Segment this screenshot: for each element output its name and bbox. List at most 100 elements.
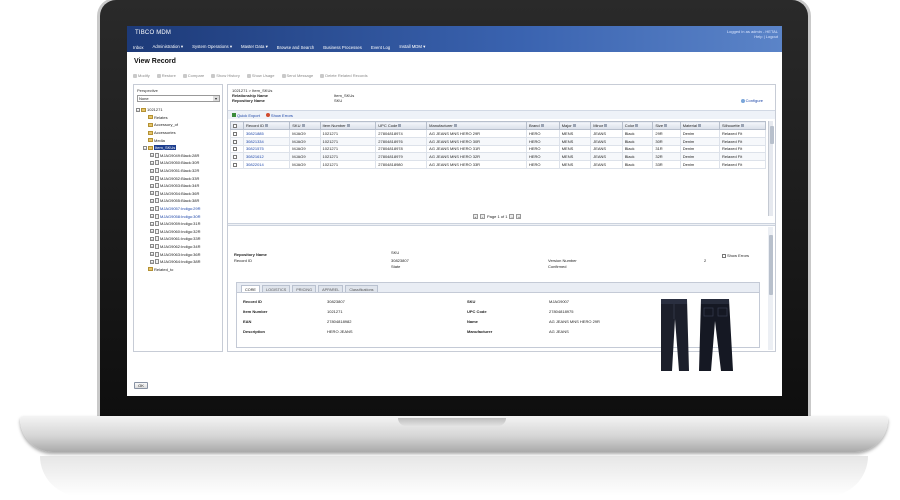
tree-node[interactable]: Accessories [136,129,222,137]
tree-expand-icon[interactable]: + [150,198,154,203]
toolbar-button[interactable]: Restore [156,73,176,78]
row-select-cell[interactable] [230,152,244,162]
configure-link[interactable]: Configure [740,98,763,103]
tree-node[interactable]: + MJAG9064:Indigo:38R [136,258,222,266]
tree-node[interactable]: + MJAG9062:Indigo:34R [136,243,222,251]
tree-node-label[interactable]: MJAG9058:Indigo:30R [160,214,200,219]
row-checkbox[interactable] [233,147,237,152]
record-id-link[interactable]: 30821885 [242,129,291,138]
table-row[interactable]: 30821885 MJAG9 1021271 27804818974 AG JEANS … [230,129,766,138]
tree-node[interactable]: + MJAG9057:Indigo:29R [136,205,222,213]
tree-node[interactable]: Accessory_of [136,121,222,129]
tree-node-label[interactable]: Item_SKUs [154,145,177,151]
menu-item[interactable]: Inbox [133,45,144,50]
tree-node-label[interactable]: MJAG9062:Indigo:34R [160,244,200,249]
column-menu-icon[interactable] [740,124,744,128]
row-checkbox[interactable] [233,163,237,168]
tab-logistics[interactable]: LOGISTICS [261,285,291,292]
column-menu-icon[interactable] [635,124,639,128]
tree-node[interactable]: + MJAG9049:Black:28R [136,152,222,160]
column-menu-icon[interactable] [540,124,544,128]
column-menu-icon[interactable] [664,124,668,128]
help-logout-links[interactable]: Help | Logout [727,34,778,39]
tree-node-label[interactable]: MJAG9051:Black:32R [160,168,199,173]
table-row[interactable]: 30821575 MJAG9 1021271 27804818978 AG JEANS … [230,144,766,154]
column-menu-icon[interactable] [453,124,457,128]
tree-node[interactable]: + MJAG9059:Indigo:31R [136,220,222,228]
tree-node[interactable]: + MJAG9061:Indigo:33R [136,235,222,243]
menu-item[interactable]: Browse and Search [277,45,315,50]
table-row[interactable]: 30821334 MJAG9 1021271 27804818976 AG JEANS … [230,136,766,146]
menu-item[interactable]: Business Processes [323,45,362,50]
menu-item[interactable]: Administration ▾ [153,44,184,50]
column-header[interactable]: Brand [525,121,560,130]
table-row[interactable]: 30822014 MJAG9 1021271 27804818980 AG JEANS … [230,160,766,169]
tab-classifications[interactable]: Classifications [345,285,378,292]
tree-expand-icon[interactable]: + [150,206,154,211]
panel-splitter[interactable] [228,223,775,226]
tree-node[interactable]: + MJAG9063:Indigo:36R [136,250,222,258]
tree-node[interactable]: + MJAG9050:Black:30R [136,159,222,167]
column-header[interactable]: Item Number [319,121,377,130]
tree-node-label[interactable]: MJAG9052:Black:33R [160,176,199,181]
tree-node-label[interactable]: Media [154,138,165,143]
tree-node-label[interactable]: MJAG9060:Indigo:32R [160,229,200,234]
tree-expand-icon[interactable]: + [150,259,154,264]
tree-node-label[interactable]: MJAG9064:Indigo:38R [160,259,200,264]
column-menu-icon[interactable] [572,124,576,128]
toolbar-button[interactable]: Show History [211,73,240,78]
row-select-cell[interactable] [230,144,244,154]
next-page-button[interactable]: › [509,214,515,219]
show-errors-toggle[interactable]: Show Errors [722,253,749,258]
column-menu-icon[interactable] [697,124,701,128]
tree-expand-icon[interactable]: + [150,244,154,249]
toolbar-button[interactable]: Modify [133,73,150,78]
menu-item[interactable]: System Operations ▾ [192,44,232,50]
record-id-link[interactable]: 30821334 [242,136,291,146]
first-page-button[interactable]: « [473,214,478,219]
column-header[interactable]: Color [621,121,654,130]
tree-node-label[interactable]: MJAG9059:Indigo:31R [160,221,200,226]
select-all-checkbox[interactable] [233,123,237,128]
tree-node-label[interactable]: MJAG9053:Black:34R [160,183,199,188]
show-errors-checkbox[interactable] [722,253,726,258]
column-menu-icon[interactable] [301,124,305,128]
row-select-cell[interactable] [230,160,244,169]
tree-node-label[interactable]: Accessory_of [154,122,178,127]
column-header[interactable]: Manufacturer [426,121,527,130]
toolbar-button[interactable]: Show Usage [246,73,275,78]
tab-core[interactable]: CORE [241,285,260,292]
tree-expand-icon[interactable]: + [150,214,154,219]
menu-item[interactable]: Install MDM ▾ [399,44,425,50]
tree-node[interactable]: + MJAG9054:Black:36R [136,190,222,198]
column-header[interactable]: Major [558,121,592,130]
row-checkbox[interactable] [233,139,237,144]
tree-expand-icon[interactable]: + [150,252,154,257]
show-errors-button[interactable]: Show Errors [265,113,293,118]
menu-item[interactable]: Event Log [371,45,390,50]
tree-node-label[interactable]: MJAG9049:Black:28R [160,153,199,158]
detail-scrollbar[interactable] [768,227,773,350]
tree-node[interactable]: + MJAG9051:Black:32R [136,167,222,175]
table-scrollbar[interactable] [768,121,774,216]
tree-expand-icon[interactable]: + [150,153,154,158]
column-header[interactable]: Material [679,121,721,130]
tree-node-label[interactable]: MJAG9061:Indigo:33R [160,236,200,241]
column-menu-icon[interactable] [604,124,608,128]
row-select-cell[interactable] [230,129,244,138]
perspective-select[interactable]: None ▾ [137,95,220,102]
tree-expand-icon[interactable]: + [150,221,154,226]
row-checkbox[interactable] [233,155,237,160]
row-select-cell[interactable] [230,136,244,146]
toolbar-button[interactable]: Send Message [281,73,313,78]
column-header[interactable]: Minor [590,121,623,130]
tree-node[interactable]: − 1021271 [136,106,222,114]
record-id-link[interactable]: 30821612 [242,152,291,162]
column-menu-icon[interactable] [398,124,402,128]
tree-expand-icon[interactable]: − [136,107,140,112]
tree-node-label[interactable]: MJAG9054:Black:36R [160,191,199,196]
tree-expand-icon[interactable]: + [150,176,154,181]
tree-node[interactable]: Related_to [136,265,222,273]
column-header[interactable]: Record ID [242,121,291,130]
column-menu-icon[interactable] [346,124,350,128]
